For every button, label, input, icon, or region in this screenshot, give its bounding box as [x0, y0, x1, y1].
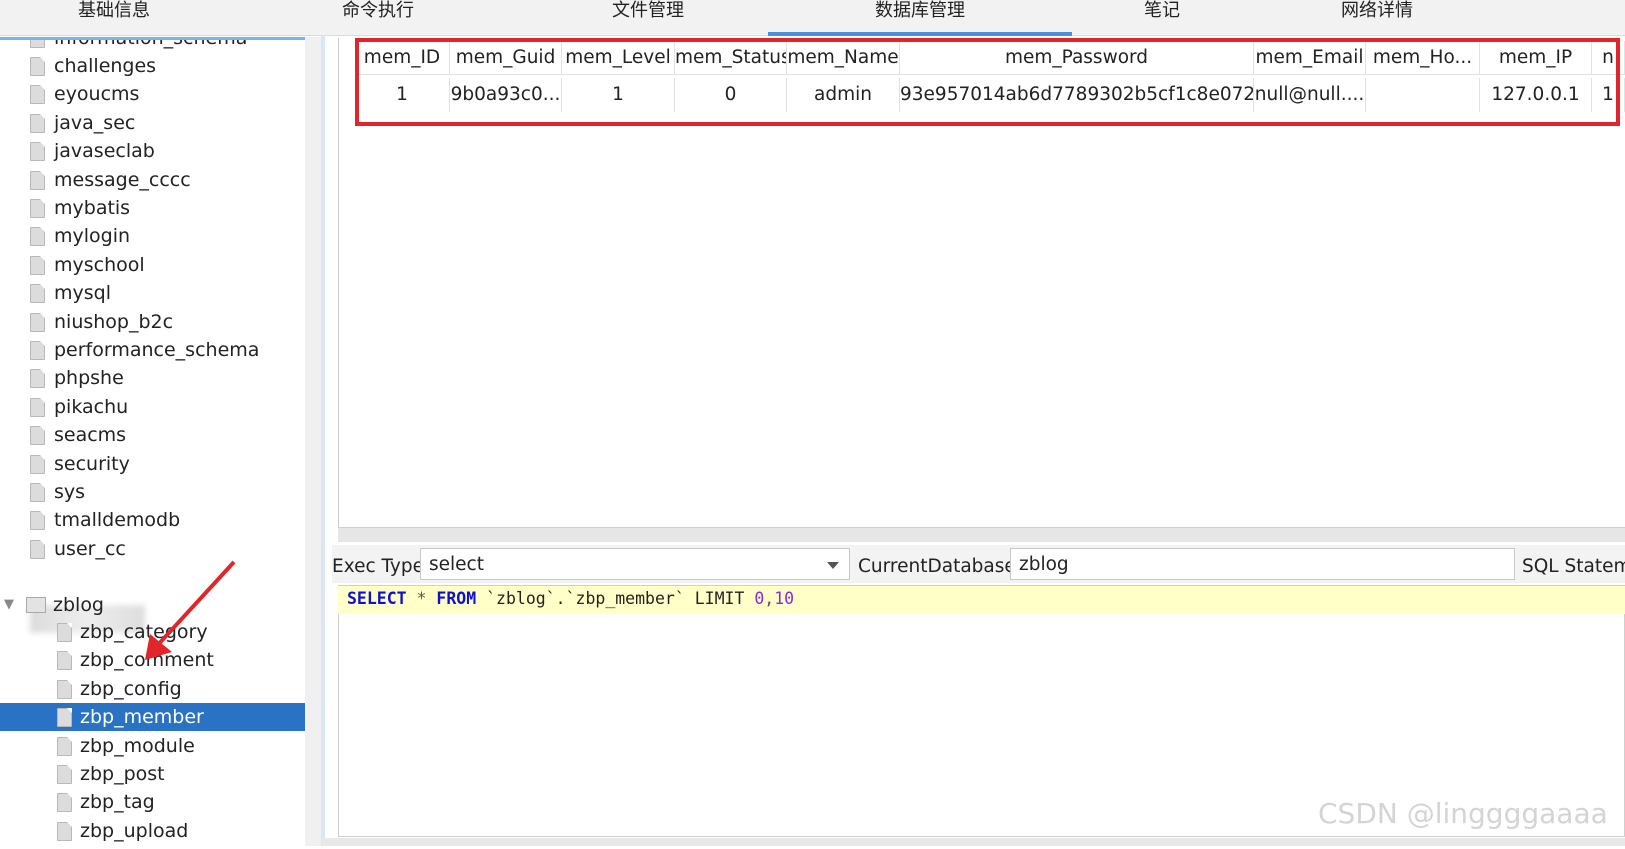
annotation-arrow: [145, 560, 236, 660]
